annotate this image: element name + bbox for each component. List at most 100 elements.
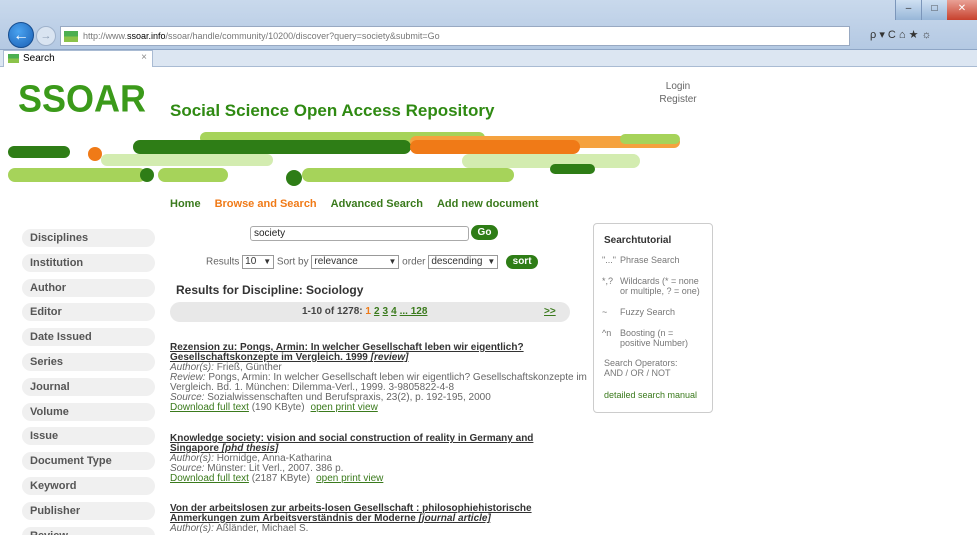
nav-browse-and-search[interactable]: Browse and Search (215, 198, 317, 210)
search-manual-link[interactable]: detailed search manual (604, 390, 697, 400)
pager-page-link[interactable]: 2 (374, 306, 380, 317)
minimize-button[interactable]: – (895, 0, 921, 20)
sidebar-item-series[interactable]: Series (22, 352, 155, 371)
result-item: Rezension zu: Pongs, Armin: In welcher G… (170, 343, 590, 413)
address-bar[interactable]: http://www.ssoar.info/ssoar/handle/commu… (60, 26, 850, 46)
deco-dot (140, 168, 154, 182)
sidebar-item-volume[interactable]: Volume (22, 402, 155, 421)
pager-page-link[interactable]: 3 (383, 306, 389, 317)
author-label: Author(s): (170, 523, 214, 534)
open-print-view-link[interactable]: open print view (316, 473, 383, 484)
deco-dot (88, 147, 102, 161)
deco-dot (286, 170, 302, 186)
chevron-down-icon: ▼ (388, 257, 397, 266)
sidebar-item-editor[interactable]: Editor (22, 303, 155, 322)
download-full-text-link[interactable]: Download full text (170, 473, 249, 484)
deco-bar (410, 140, 580, 154)
deco-bar (133, 140, 411, 154)
order-select[interactable]: descending ▼ (428, 255, 499, 269)
open-print-view-link[interactable]: open print view (311, 402, 378, 413)
user-links: Login Register (648, 80, 708, 106)
back-button[interactable]: ← (8, 22, 34, 48)
top-navigation: Home Browse and Search Advanced Search A… (170, 198, 538, 210)
tutorial-text: Wildcards (* = none or multiple, ? = one… (620, 276, 700, 296)
search-input[interactable]: society (250, 226, 469, 241)
sortby-select[interactable]: relevance ▼ (311, 255, 400, 269)
search-operators: Search Operators: AND / OR / NOT (604, 358, 678, 378)
results-heading: Results for Discipline: Sociology (176, 283, 364, 297)
tutorial-text: Fuzzy Search (620, 307, 676, 317)
nav-home[interactable]: Home (170, 198, 201, 210)
deco-bar (8, 168, 146, 182)
sidebar-item-author[interactable]: Author (22, 278, 155, 297)
maximize-button[interactable]: □ (921, 0, 947, 20)
pagination-bar: 1-10 of 1278: 1 2 3 4... 128 >> (170, 302, 570, 322)
result-item: Knowledge society: vision and social con… (170, 434, 590, 484)
pager-page-link[interactable]: 4 (391, 306, 397, 317)
deco-bar (550, 164, 595, 174)
deco-bar (620, 134, 680, 144)
browser-tab-search[interactable]: Search × (3, 50, 153, 67)
nav-advanced-search[interactable]: Advanced Search (331, 198, 423, 210)
download-size: (190 KByte) (251, 402, 305, 413)
sort-button[interactable]: sort (506, 255, 539, 269)
sidebar-item-issue[interactable]: Issue (22, 427, 155, 446)
login-link[interactable]: Login (648, 80, 708, 93)
tab-bar: Search × (0, 50, 977, 67)
pager-current-page: 1 (365, 306, 371, 317)
pager-page-link[interactable]: ... 128 (400, 306, 428, 317)
result-doctype: [review] (370, 352, 409, 363)
tab-title: Search (23, 53, 55, 64)
sidebar-item-publisher[interactable]: Publisher (22, 501, 155, 520)
forward-button[interactable]: → (36, 26, 56, 46)
browse-sidebar: Disciplines Institution Author Editor Da… (22, 229, 155, 535)
address-tools-icons[interactable]: ρ ▾ C ⌂ ★ ☼ (870, 28, 932, 41)
sidebar-item-keyword[interactable]: Keyword (22, 476, 155, 495)
url-prefix: http://www. (83, 31, 128, 41)
tutorial-symbol: "..." (602, 255, 616, 265)
result-links: Download full text (190 KByte) open print… (170, 403, 590, 413)
tutorial-text: Phrase Search (620, 255, 680, 265)
download-size: (2187 KByte) (251, 473, 311, 484)
tutorial-row-boosting: ^n Boosting (n = positive Number) (602, 328, 704, 348)
sortby-label: Sort by (276, 256, 309, 268)
chevron-down-icon: ▼ (263, 257, 272, 266)
deco-bar (302, 168, 514, 182)
ssoar-logo[interactable]: SSOAR (18, 77, 146, 121)
tab-close-icon[interactable]: × (141, 52, 147, 63)
chevron-down-icon: ▼ (487, 257, 496, 266)
sidebar-item-journal[interactable]: Journal (22, 377, 155, 396)
download-full-text-link[interactable]: Download full text (170, 402, 249, 413)
tutorial-symbol: *,? (602, 276, 614, 286)
tutorial-row-fuzzy: ~ Fuzzy Search (602, 307, 704, 317)
sidebar-item-date-issued[interactable]: Date Issued (22, 328, 155, 347)
deco-bar (158, 168, 228, 182)
window-controls: – □ ✕ (895, 0, 977, 20)
operators-value: AND / OR / NOT (604, 368, 671, 378)
close-window-button[interactable]: ✕ (947, 0, 977, 20)
author-value: Aßländer, Michael S. (216, 523, 309, 534)
pager-prefix: 1-10 of 1278: (302, 306, 363, 317)
sidebar-item-disciplines[interactable]: Disciplines (22, 229, 155, 247)
url-domain: ssoar.info (127, 31, 166, 41)
register-link[interactable]: Register (648, 93, 708, 106)
pager-next-link[interactable]: >> (544, 306, 556, 317)
results-per-page-select[interactable]: 10 ▼ (242, 255, 275, 269)
browser-title-bar: ← → http://www.ssoar.info/ssoar/handle/c… (0, 0, 977, 50)
go-button[interactable]: Go (471, 225, 498, 240)
tutorial-symbol: ~ (602, 307, 608, 317)
url-path: /ssoar/handle/community/10200/discover?q… (165, 31, 440, 41)
result-doctype: [journal article] (418, 513, 491, 524)
sidebar-item-document-type[interactable]: Document Type (22, 452, 155, 471)
result-item: Von der arbeitslosen zur arbeits-losen G… (170, 504, 590, 534)
site-favicon (64, 31, 78, 42)
sidebar-item-review[interactable]: Review (22, 526, 155, 535)
tutorial-text: Boosting (n = positive Number) (620, 328, 689, 348)
sidebar-item-institution[interactable]: Institution (22, 253, 155, 272)
order-label: order (402, 256, 426, 268)
result-links: Download full text (2187 KByte) open prin… (170, 474, 590, 484)
url-text: http://www.ssoar.info/ssoar/handle/commu… (83, 31, 440, 41)
tab-favicon (8, 54, 19, 63)
nav-add-new-document[interactable]: Add new document (437, 198, 538, 210)
tutorial-symbol: ^n (602, 328, 612, 338)
